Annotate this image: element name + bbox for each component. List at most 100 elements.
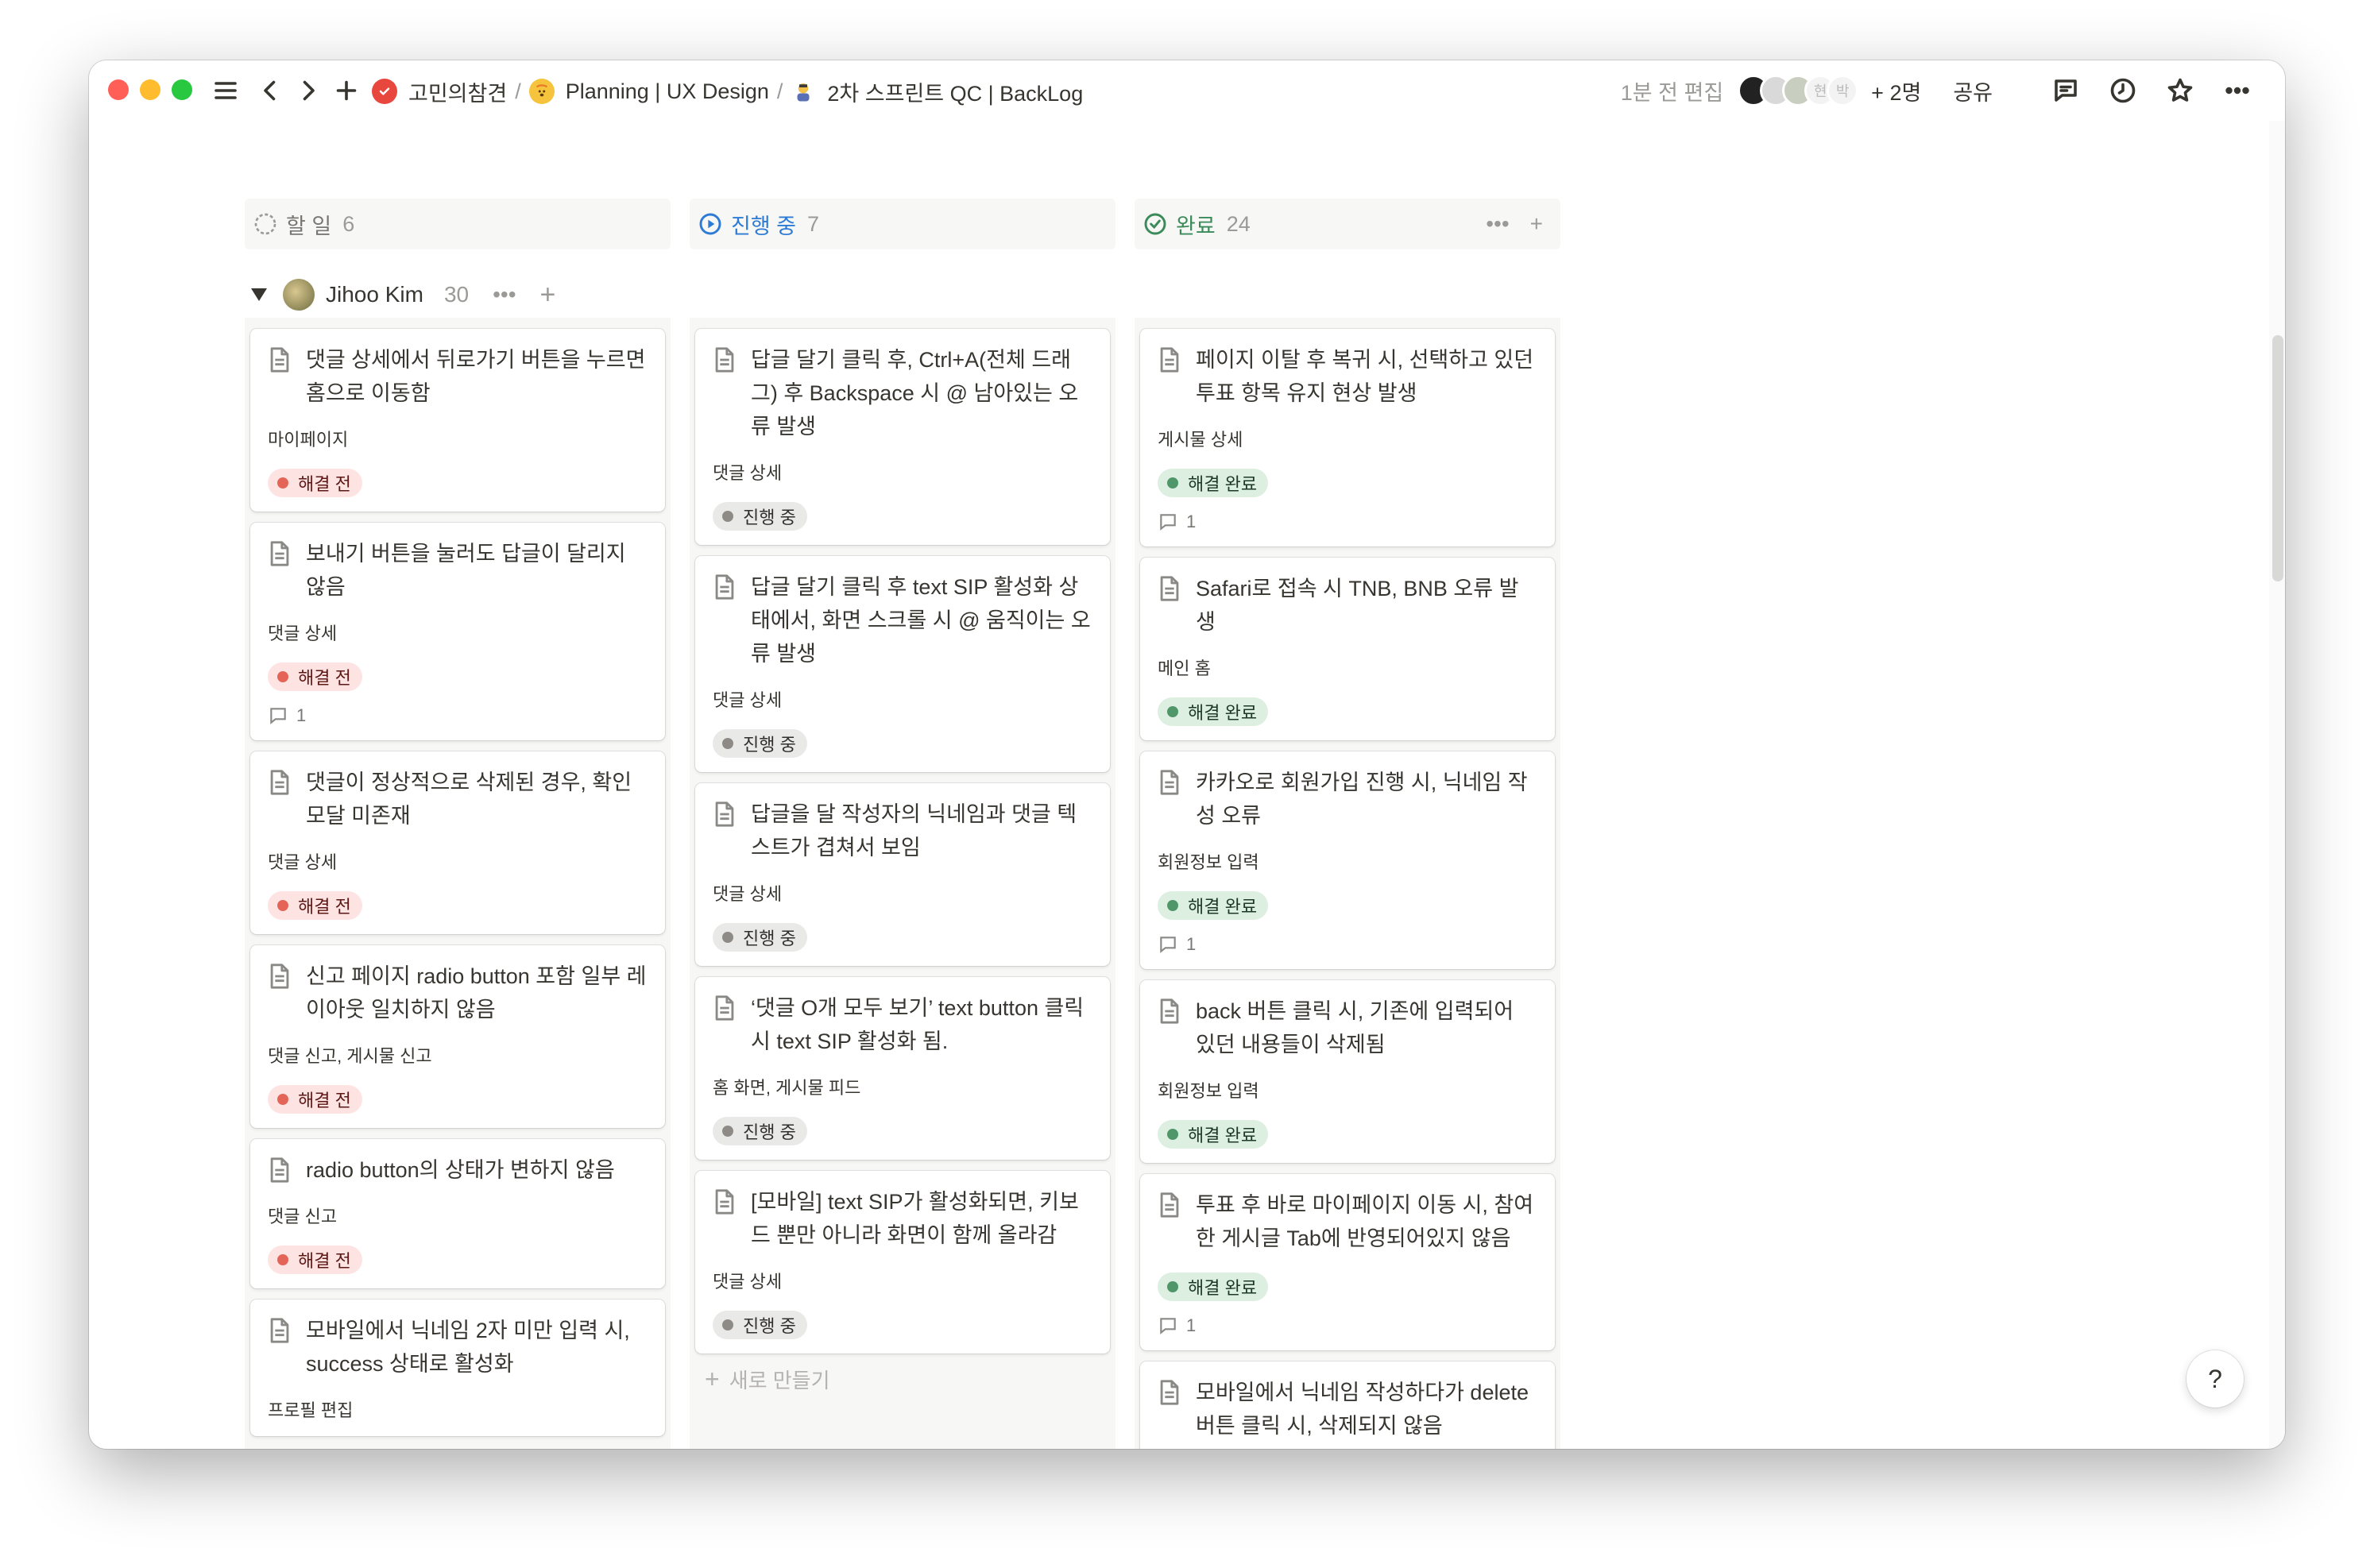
column-more-icon[interactable]: •••	[1486, 211, 1509, 237]
status-label: 해결 완료	[1188, 1126, 1258, 1145]
comment-count-text: 1	[1186, 512, 1197, 531]
kanban-board: 할 일 6 진행 중 7 완료 24 ••• + Jihoo Kim 30 ••…	[89, 121, 2285, 1449]
card-title-row: 카카오로 회원가입 진행 시, 닉네임 작성 오류	[1158, 766, 1537, 832]
more-options-icon[interactable]	[2221, 75, 2253, 106]
new-page-icon[interactable]	[331, 75, 362, 106]
group-count: 30	[443, 282, 470, 307]
back-icon[interactable]	[254, 75, 286, 106]
forward-icon[interactable]	[292, 75, 324, 106]
board-card[interactable]: back 버튼 클릭 시, 기존에 입력되어 있던 내용들이 삭제됨 회원정보 …	[1140, 980, 1555, 1163]
breadcrumb-item-workspace[interactable]: 고민의참견	[372, 76, 507, 107]
breadcrumb-item-planning[interactable]: Planning | UX Design	[528, 79, 769, 104]
page-doc-icon	[268, 769, 292, 798]
card-title: 모바일에서 닉네임 작성하다가 delete 버튼 클릭 시, 삭제되지 않음	[1196, 1381, 1529, 1438]
page-doc-icon	[713, 801, 737, 829]
column-add-icon[interactable]: +	[1530, 211, 1543, 237]
board-card[interactable]: 모바일에서 닉네임 작성하다가 delete 버튼 클릭 시, 삭제되지 않음	[1140, 1361, 1555, 1449]
avatar[interactable]: 박	[1827, 75, 1859, 106]
group-add-icon[interactable]: +	[540, 280, 556, 311]
status-dot	[277, 900, 288, 911]
group-header[interactable]: Jihoo Kim 30 ••• +	[251, 275, 555, 315]
board-card[interactable]: 보내기 버튼을 눌러도 답글이 달리지 않음 댓글 상세 해결 전 1	[250, 523, 665, 740]
card-title-row: 페이지 이탈 후 복귀 시, 선택하고 있던 투표 항목 유지 현상 발생	[1158, 343, 1537, 410]
help-button[interactable]: ?	[2186, 1350, 2244, 1408]
board-card[interactable]: 댓글 상세에서 뒤로가기 버튼을 누르면 홈으로 이동함 마이페이지 해결 전	[250, 329, 665, 512]
updates-clock-icon[interactable]	[2107, 75, 2139, 106]
status-dot	[277, 671, 288, 682]
sidebar-menu-icon[interactable]	[210, 75, 242, 106]
page-doc-icon	[1158, 346, 1181, 375]
card-title-row: [모바일] text SIP가 활성화되면, 키보드 뿐만 아니라 화면이 함께…	[713, 1185, 1092, 1252]
group-name: Jihoo Kim	[326, 282, 423, 307]
comment-count-text: 1	[1186, 934, 1197, 954]
status-badge: 해결 완료	[1158, 891, 1269, 920]
card-title: Safari로 접속 시 TNB, BNB 오류 발생	[1196, 577, 1519, 634]
group-more-icon[interactable]: •••	[493, 282, 516, 307]
top-right-actions: 1분 전 편집 현 박 + 2명 공유	[1621, 75, 2253, 106]
comment-count[interactable]: 1	[268, 705, 648, 726]
page-doc-icon	[713, 994, 737, 1023]
card-title-row: 모바일에서 닉네임 작성하다가 delete 버튼 클릭 시, 삭제되지 않음	[1158, 1376, 1537, 1442]
card-tag: 댓글 상세	[713, 884, 783, 904]
board-card[interactable]: Safari로 접속 시 TNB, BNB 오류 발생 메인 홈 해결 완료	[1140, 558, 1555, 740]
zoom-window-button[interactable]	[172, 79, 192, 100]
page-doc-icon	[713, 1188, 737, 1217]
card-title-row: 투표 후 바로 마이페이지 이동 시, 참여한 게시글 Tab에 반영되어있지 …	[1158, 1188, 1537, 1255]
collaborator-avatars[interactable]: 현 박	[1738, 75, 1859, 106]
comment-count[interactable]: 1	[1158, 512, 1537, 532]
page-doc-icon	[713, 574, 737, 602]
board-card[interactable]: 투표 후 바로 마이페이지 이동 시, 참여한 게시글 Tab에 반영되어있지 …	[1140, 1174, 1555, 1350]
collapse-toggle-icon[interactable]	[251, 288, 267, 301]
comment-count[interactable]: 1	[1158, 934, 1537, 955]
scrollbar-thumb[interactable]	[2272, 335, 2283, 581]
more-people-count[interactable]: + 2명	[1871, 75, 1921, 106]
person-emoji-icon	[791, 79, 816, 104]
board-card[interactable]: 모바일에서 닉네임 2자 미만 입력 시, success 상태로 활성화 프로…	[250, 1300, 665, 1436]
card-title: 댓글 상세에서 뒤로가기 버튼을 누르면 홈으로 이동함	[306, 348, 646, 405]
board-card[interactable]: 답글을 달 작성자의 닉네임과 댓글 텍스트가 겹쳐서 보임 댓글 상세 진행 …	[695, 783, 1110, 966]
card-tag: 댓글 상세	[713, 690, 783, 710]
card-title-row: 답글 달기 클릭 후 text SIP 활성화 상태에서, 화면 스크롤 시 @…	[713, 570, 1092, 670]
card-tag: 댓글 상세	[268, 852, 338, 872]
plus-icon: +	[705, 1365, 720, 1393]
card-title: 답글 달기 클릭 후, Ctrl+A(전체 드래그) 후 Backspace 시…	[751, 348, 1079, 438]
status-dot	[277, 477, 288, 489]
column-header-todo[interactable]: 할 일 6	[245, 199, 671, 249]
status-badge: 진행 중	[713, 1117, 807, 1145]
status-dot	[1167, 706, 1178, 717]
comment-icon	[1160, 514, 1176, 531]
board-card[interactable]: 신고 페이지 radio button 포함 일부 레이아웃 일치하지 않음 댓…	[250, 945, 665, 1128]
board-card[interactable]: 카카오로 회원가입 진행 시, 닉네임 작성 오류 회원정보 입력 해결 완료 …	[1140, 751, 1555, 969]
page-doc-icon	[1158, 575, 1181, 604]
comments-icon[interactable]	[2050, 75, 2082, 106]
page-doc-icon	[1158, 769, 1181, 798]
page-doc-icon	[268, 963, 292, 991]
column-header-in-progress[interactable]: 진행 중 7	[690, 199, 1115, 249]
board-card[interactable]: 답글 달기 클릭 후 text SIP 활성화 상태에서, 화면 스크롤 시 @…	[695, 556, 1110, 772]
favorite-star-icon[interactable]	[2164, 75, 2196, 106]
share-button[interactable]: 공유	[1953, 75, 1993, 106]
board-card[interactable]: 댓글이 정상적으로 삭제된 경우, 확인 모달 미존재 댓글 상세 해결 전	[250, 751, 665, 934]
status-label: 진행 중	[743, 1122, 796, 1142]
board-card[interactable]: ‘댓글 O개 모두 보기’ text button 클릭 시 text SIP …	[695, 977, 1110, 1160]
status-badge: 해결 완료	[1158, 469, 1269, 497]
breadcrumb-item-backlog[interactable]: 2차 스프린트 QC | BackLog	[791, 76, 1083, 107]
board-card[interactable]: 페이지 이탈 후 복귀 시, 선택하고 있던 투표 항목 유지 현상 발생 게시…	[1140, 329, 1555, 546]
scrollbar[interactable]	[2269, 121, 2285, 1449]
status-dot	[722, 1126, 733, 1137]
board-card[interactable]: [모바일] text SIP가 활성화되면, 키보드 뿐만 아니라 화면이 함께…	[695, 1171, 1110, 1354]
check-badge-icon	[372, 79, 397, 104]
card-title-row: 답글을 달 작성자의 닉네임과 댓글 텍스트가 겹쳐서 보임	[713, 798, 1092, 864]
close-window-button[interactable]	[108, 79, 129, 100]
breadcrumb-separator: /	[776, 79, 783, 103]
column-header-done[interactable]: 완료 24 ••• +	[1135, 199, 1560, 249]
card-title-row: 답글 달기 클릭 후, Ctrl+A(전체 드래그) 후 Backspace 시…	[713, 343, 1092, 443]
status-badge: 해결 완료	[1158, 1273, 1269, 1301]
minimize-window-button[interactable]	[140, 79, 160, 100]
new-card-button[interactable]: + 새로 만들기	[695, 1365, 1110, 1394]
status-label: 해결 전	[298, 897, 351, 917]
comment-count[interactable]: 1	[1158, 1315, 1537, 1336]
card-tag: 댓글 상세	[713, 1272, 783, 1292]
board-card[interactable]: 답글 달기 클릭 후, Ctrl+A(전체 드래그) 후 Backspace 시…	[695, 329, 1110, 545]
board-card[interactable]: radio button의 상태가 변하지 않음 댓글 신고 해결 전	[250, 1139, 665, 1288]
